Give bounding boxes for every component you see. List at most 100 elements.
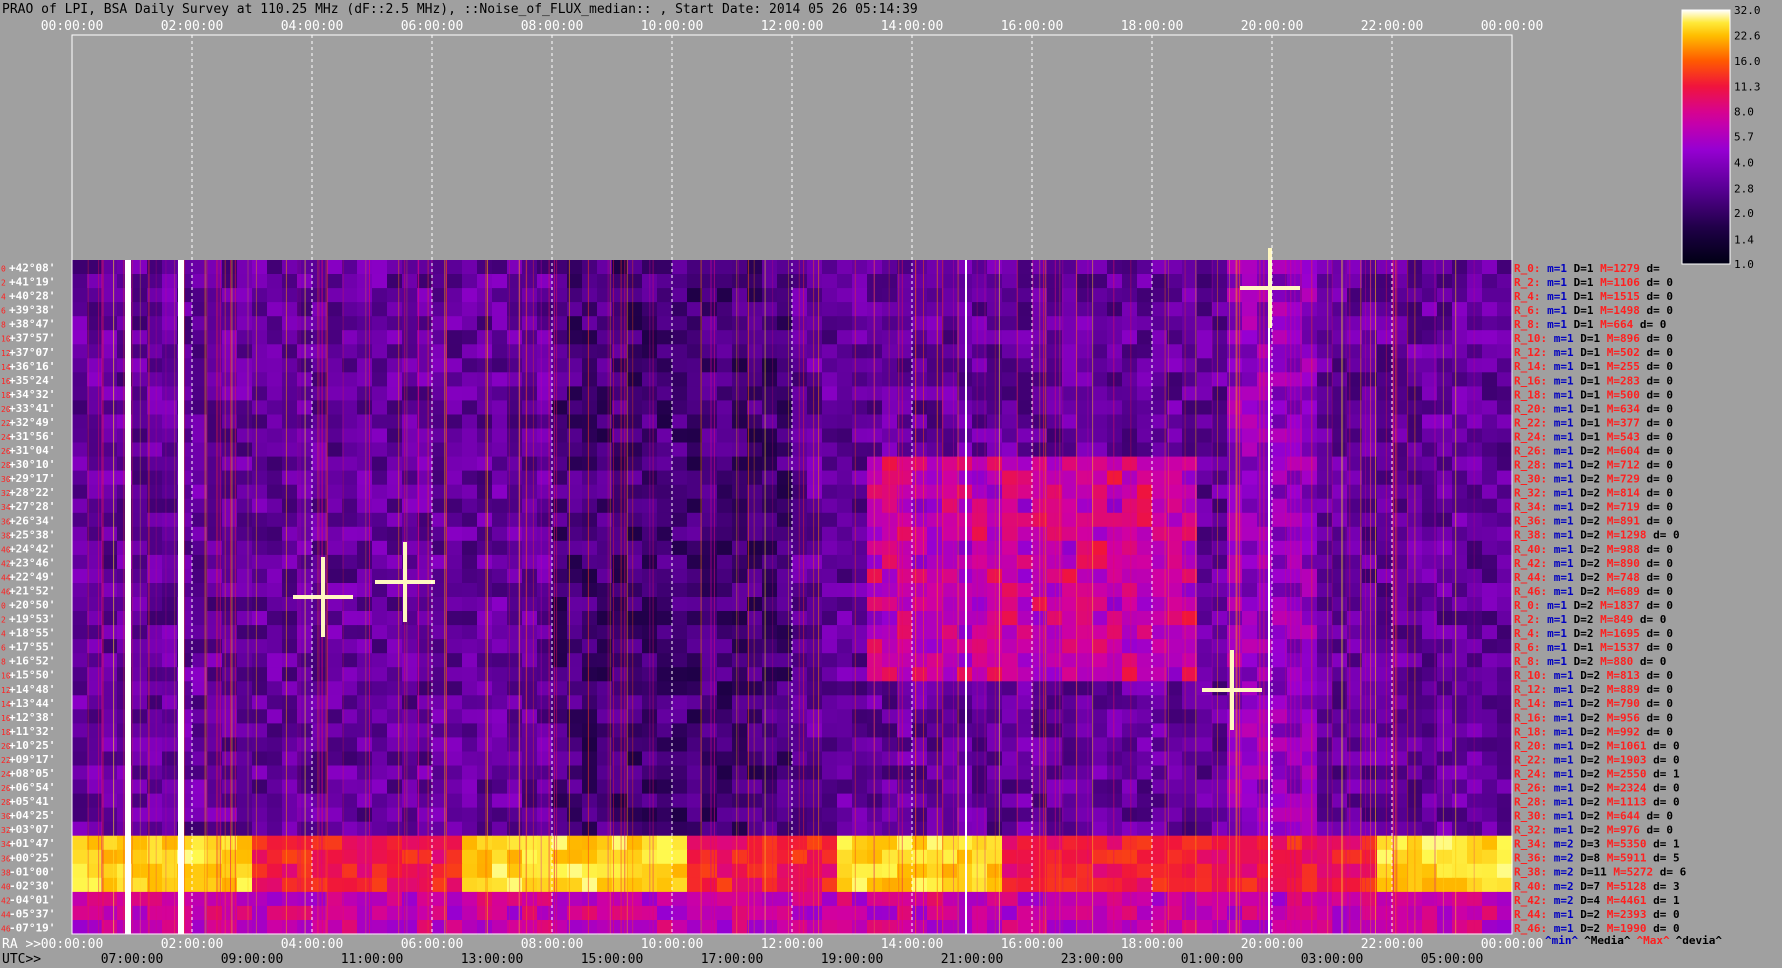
heatmap-cell — [717, 639, 733, 654]
heatmap-cell — [672, 723, 688, 738]
heatmap-cell — [492, 905, 508, 921]
declination-label: +00°25' — [9, 851, 55, 864]
heatmap-cell — [837, 344, 853, 359]
row-stat-part: R_8: — [1514, 318, 1541, 331]
streak-line — [1360, 260, 1362, 934]
heatmap-cell — [927, 765, 943, 781]
declination-label: +32°49' — [9, 416, 55, 429]
heatmap-cell — [87, 863, 103, 879]
heatmap-cell — [1302, 667, 1318, 682]
heatmap-cell — [807, 442, 823, 458]
heatmap-cell — [732, 400, 748, 415]
heatmap-cell — [1182, 330, 1198, 345]
heatmap-cell — [1392, 681, 1408, 696]
row-stat-part: R_20: — [1514, 402, 1547, 415]
heatmap-cell — [627, 695, 643, 710]
heatmap-cell — [702, 330, 718, 345]
heatmap-cell — [522, 821, 538, 837]
heatmap-cell — [1197, 920, 1213, 935]
heatmap-cell — [237, 625, 253, 640]
heatmap-cell — [522, 372, 538, 387]
heatmap-cell — [747, 905, 763, 921]
heatmap-cell — [702, 583, 718, 598]
heatmap-cell — [807, 681, 823, 696]
heatmap-cell — [582, 653, 598, 668]
heatmap-cell — [102, 920, 118, 935]
heatmap-cell — [582, 695, 598, 710]
heatmap-cell — [852, 260, 868, 275]
heatmap-cell — [537, 793, 553, 809]
heatmap-cell — [387, 863, 403, 879]
heatmap-cell — [852, 667, 868, 682]
heatmap-cell — [1077, 821, 1093, 837]
heatmap-cell — [1197, 316, 1213, 331]
heatmap-cell — [267, 470, 283, 486]
heatmap-cell — [1137, 751, 1153, 767]
heatmap-cell — [1092, 751, 1108, 767]
heatmap-cell — [492, 793, 508, 809]
heatmap-cell — [417, 920, 433, 935]
heatmap-cell — [807, 639, 823, 654]
heatmap-cell — [72, 456, 88, 472]
heatmap-cell — [1257, 597, 1273, 612]
heatmap-cell — [1062, 540, 1078, 556]
streak-line — [1236, 260, 1238, 934]
heatmap-cell — [387, 288, 403, 303]
heatmap-cell — [1002, 470, 1018, 486]
heatmap-cell — [957, 723, 973, 738]
heatmap-cell — [192, 597, 208, 612]
heatmap-cell — [822, 821, 838, 837]
heatmap-cell — [237, 835, 253, 851]
heatmap-cell — [1467, 597, 1483, 612]
heatmap-cell — [747, 821, 763, 837]
heatmap-cell — [312, 512, 328, 528]
heatmap-cell — [387, 526, 403, 542]
heatmap-cell — [1467, 863, 1483, 879]
heatmap-cell — [522, 274, 538, 289]
heatmap-cell — [267, 358, 283, 373]
heatmap-cell — [1317, 484, 1333, 500]
heatmap-cell — [807, 526, 823, 542]
heatmap-cell — [837, 695, 853, 710]
heatmap-cell — [327, 484, 343, 500]
heatmap-cell — [102, 456, 118, 472]
heatmap-cell — [282, 905, 298, 921]
heatmap-cell — [672, 316, 688, 331]
heatmap-cell — [1392, 470, 1408, 486]
heatmap-cell — [492, 288, 508, 303]
heatmap-cell — [912, 807, 928, 823]
heatmap-cell — [1017, 793, 1033, 809]
heatmap-cell — [1242, 400, 1258, 415]
heatmap-cell — [417, 316, 433, 331]
heatmap-cell — [1017, 597, 1033, 612]
heatmap-cell — [912, 554, 928, 570]
heatmap-cell — [1077, 625, 1093, 640]
ra-tick-label: 18:00:00 — [1121, 937, 1184, 952]
heatmap-cell — [927, 625, 943, 640]
streak-line — [620, 260, 622, 934]
heatmap-cell — [957, 765, 973, 781]
heatmap-cell — [1332, 512, 1348, 528]
heatmap-cell — [582, 358, 598, 373]
heatmap-cell — [1242, 316, 1258, 331]
heatmap-cell — [762, 302, 778, 317]
heatmap-cell — [1002, 751, 1018, 767]
heatmap-cell — [462, 863, 478, 879]
heatmap-cell — [1002, 709, 1018, 724]
heatmap-cell — [1077, 386, 1093, 401]
heatmap-cell — [807, 456, 823, 472]
heatmap-cell — [447, 863, 463, 879]
heatmap-cell — [237, 484, 253, 500]
heatmap-cell — [357, 807, 373, 823]
row-stat: R_2: m=1 D=1 M=1106 d= 0 — [1514, 276, 1673, 289]
streak-line — [155, 260, 157, 934]
heatmap-cell — [327, 765, 343, 781]
heatmap-cell — [312, 877, 328, 893]
heatmap-cell — [1242, 807, 1258, 823]
heatmap-cell — [1212, 498, 1228, 514]
heatmap-cell — [1452, 512, 1468, 528]
heatmap-cell — [927, 737, 943, 752]
heatmap-cell — [447, 695, 463, 710]
heatmap-cell — [462, 625, 478, 640]
heatmap-cell — [777, 807, 793, 823]
